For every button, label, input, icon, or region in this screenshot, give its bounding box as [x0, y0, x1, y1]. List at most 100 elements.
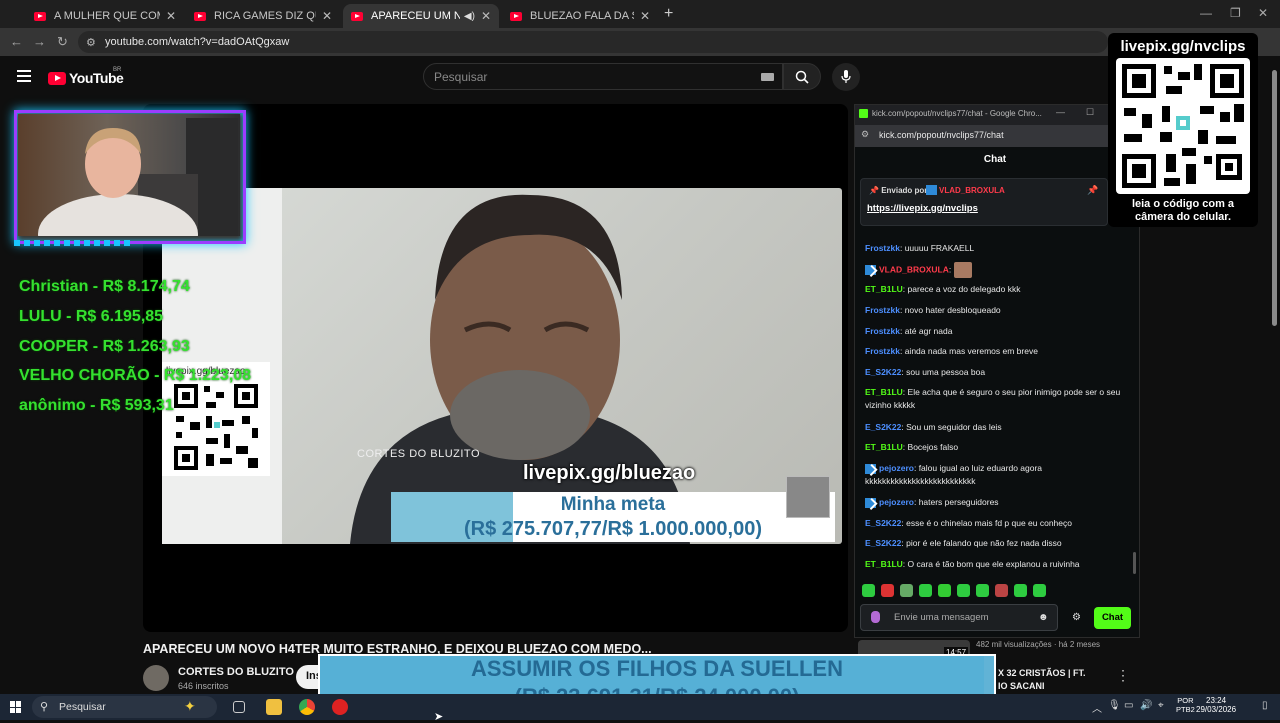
more-options-icon[interactable]: ⋮	[1116, 667, 1130, 684]
chat-message-text: O cara é tão bom que ele explanou a ruiv…	[907, 559, 1080, 569]
channel-name[interactable]: CORTES DO BLUZITO	[178, 666, 294, 678]
chat-username[interactable]: VLAD_BROXULA	[879, 264, 949, 274]
new-tab-icon[interactable]: +	[664, 5, 673, 23]
chrome-icon[interactable]	[299, 699, 315, 715]
related-video-title[interactable]: IO SACANI	[998, 681, 1045, 691]
donor-line: COOPER - R$ 1.263,93	[19, 338, 190, 355]
taskbar-search-placeholder: Pesquisar	[59, 701, 106, 713]
task-view-icon[interactable]	[233, 701, 245, 713]
chat-scrollbar[interactable]	[1133, 552, 1136, 574]
goal-title: Minha meta	[560, 494, 666, 515]
user-badge-icon	[865, 463, 876, 474]
emote-icon[interactable]	[1014, 584, 1027, 597]
back-icon[interactable]: ←	[10, 34, 23, 49]
chat-url[interactable]: kick.com/popout/nvclips77/chat	[879, 130, 1004, 140]
pinned-link[interactable]: https://livepix.gg/nvclips	[867, 203, 978, 214]
site-info-icon[interactable]: ⚙	[861, 129, 869, 140]
chat-message: Frostzkk: até agr nada	[865, 325, 1125, 338]
chat-username[interactable]: E_S2K22	[865, 518, 901, 528]
pin-icon[interactable]: 📌	[1087, 185, 1098, 196]
channel-avatar[interactable]	[143, 665, 169, 691]
close-icon[interactable]: ✕	[640, 9, 650, 23]
chat-message: pejozero: falou igual ao luiz eduardo ag…	[865, 462, 1125, 488]
emote-icon[interactable]	[919, 584, 932, 597]
chat-username[interactable]: Frostzkk	[865, 326, 900, 336]
gear-icon[interactable]: ⚙	[1072, 612, 1081, 623]
emote-icon[interactable]	[881, 584, 894, 597]
minimize-icon[interactable]: —	[1200, 6, 1212, 20]
chat-username[interactable]: pejozero	[879, 463, 914, 473]
display-icon[interactable]: ▭	[1124, 700, 1133, 711]
chat-message-text: Sou um seguidor das leis	[906, 422, 1002, 432]
chat-input-placeholder: Envie uma mensagem	[894, 612, 989, 623]
chat-username[interactable]: E_S2K22	[865, 367, 901, 377]
speaker-icon[interactable]: ◀)	[464, 11, 475, 22]
maximize-icon[interactable]: ❐	[1230, 6, 1241, 20]
notifications-icon[interactable]: ▯	[1262, 700, 1268, 711]
copilot-sparkle-icon[interactable]: ✦	[184, 698, 196, 715]
tray-chevron-icon[interactable]: ︿	[1092, 700, 1102, 715]
search-button[interactable]	[783, 63, 821, 90]
microphone-icon[interactable]	[871, 611, 880, 623]
donor-line: anônimo - R$ 593,31	[19, 397, 174, 414]
tab-2[interactable]: RICA GAMES DIZ QUE SER MO ✕	[186, 4, 340, 28]
emote-icon[interactable]	[862, 584, 875, 597]
chat-message-text: parece a voz do delegado kkk	[907, 284, 1021, 294]
emote-icon[interactable]	[900, 584, 913, 597]
emote-icon[interactable]	[957, 584, 970, 597]
close-icon[interactable]: ✕	[166, 9, 176, 23]
chat-message-text: ainda nada mas veremos em breve	[904, 346, 1038, 356]
pinned-user[interactable]: VLAD_BROXULA	[939, 186, 1005, 195]
network-icon[interactable]: ⌖	[1158, 700, 1164, 711]
chat-send-button[interactable]: Chat	[1094, 607, 1131, 629]
close-icon[interactable]: ✕	[481, 9, 491, 23]
close-icon[interactable]: ✕	[322, 9, 332, 23]
emote-icon[interactable]	[1033, 584, 1046, 597]
tab-1[interactable]: A MULHER QUE COMETEU HOR ✕	[26, 4, 184, 28]
emoji-icon[interactable]: ☻	[1038, 612, 1049, 623]
volume-icon[interactable]: 🔊	[1140, 700, 1152, 711]
chat-username[interactable]: Frostzkk	[865, 243, 900, 253]
chat-username[interactable]: ET_B1LU	[865, 387, 903, 397]
file-explorer-icon[interactable]	[266, 699, 282, 715]
microphone-icon[interactable]: 🎙	[1108, 700, 1121, 711]
chat-username[interactable]: Frostzkk	[865, 346, 900, 356]
chat-message: E_S2K22: Sou um seguidor das leis	[865, 421, 1125, 434]
page-scrollbar[interactable]	[1272, 70, 1277, 326]
chat-username[interactable]: Frostzkk	[865, 305, 900, 315]
app-icon[interactable]	[332, 699, 348, 715]
tab-title: RICA GAMES DIZ QUE SER MO	[214, 10, 316, 22]
close-window-icon[interactable]: ✕	[1258, 6, 1268, 20]
windows-start-icon[interactable]	[10, 701, 22, 713]
webcam-image	[18, 114, 240, 274]
language-indicator[interactable]: POR PTB2	[1176, 696, 1195, 714]
emote-icon[interactable]	[995, 584, 1008, 597]
user-badge-icon	[865, 497, 876, 508]
chat-username[interactable]: pejozero	[879, 497, 914, 507]
chat-username[interactable]: E_S2K22	[865, 422, 901, 432]
voice-search-button[interactable]	[832, 63, 860, 91]
emote-icon[interactable]	[938, 584, 951, 597]
chat-message: pejozero: haters perseguidores	[865, 496, 1125, 509]
menu-icon[interactable]	[17, 70, 31, 85]
tab-3-active[interactable]: APARECEU UM NOVO H4TE ◀) ✕	[343, 4, 499, 28]
minimize-icon[interactable]: —	[1056, 107, 1065, 117]
tab-4[interactable]: BLUEZAO FALA DA SUA EXPERI ✕	[502, 4, 658, 28]
chat-username[interactable]: ET_B1LU	[865, 559, 903, 569]
chat-username[interactable]: ET_B1LU	[865, 442, 903, 452]
clock-time: 23:24	[1206, 696, 1227, 705]
related-video-title[interactable]: X 32 CRISTÃOS | FT.	[998, 668, 1086, 678]
maximize-icon[interactable]: ☐	[1086, 107, 1094, 118]
reload-icon[interactable]: ↻	[57, 34, 68, 50]
taskbar-clock[interactable]: 23:24 29/03/2026	[1196, 696, 1236, 714]
chat-username[interactable]: ET_B1LU	[865, 284, 903, 294]
site-info-icon[interactable]: ⚙	[86, 36, 96, 49]
chat-message: Frostzkk: novo hater desbloqueado	[865, 304, 1125, 317]
forward-icon[interactable]: →	[33, 34, 46, 49]
chat-username[interactable]: E_S2K22	[865, 538, 901, 548]
emote-icon[interactable]	[976, 584, 989, 597]
chat-titlebar-text: kick.com/popout/nvclips77/chat - Google …	[872, 109, 1042, 118]
url-text[interactable]: youtube.com/watch?v=dadOAtQgxaw	[105, 36, 289, 48]
related-video-meta: 482 mil visualizações · há 2 meses	[976, 640, 1101, 649]
keyboard-icon[interactable]	[761, 73, 774, 81]
